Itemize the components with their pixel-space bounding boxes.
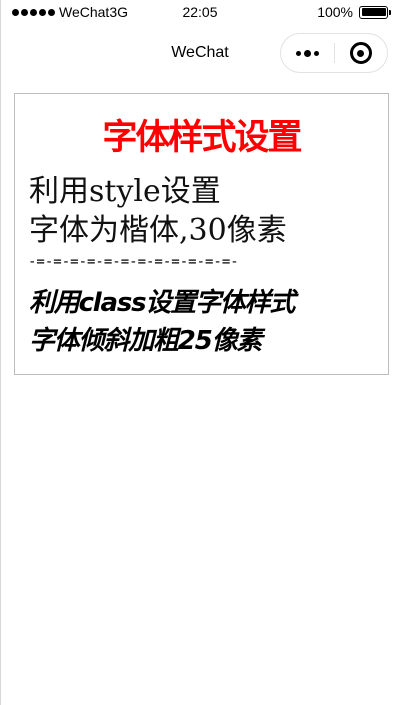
menu-capsule xyxy=(280,33,388,73)
page-left-edge xyxy=(0,0,1,705)
navigation-bar: WeChat xyxy=(0,30,400,76)
status-right: 100% xyxy=(317,4,391,20)
battery-percent: 100% xyxy=(317,4,353,20)
more-dots-icon[interactable] xyxy=(281,34,334,72)
kai-line-2: 字体为楷体,30像素 xyxy=(29,213,287,248)
page-title: 字体样式设置 xyxy=(102,118,302,158)
dashed-divider: -=-=-=-=-=-=-=-=-=-=-=-=- xyxy=(28,254,239,270)
battery-fill xyxy=(361,8,386,16)
class-line-1: 利用class设置字体样式 xyxy=(29,288,295,318)
battery-icon xyxy=(359,5,391,19)
status-bar: WeChat3G 22:05 100% xyxy=(0,0,400,26)
kai-font-text: 利用style设置 字体为楷体,30像素 xyxy=(29,172,379,250)
close-button[interactable] xyxy=(335,34,387,72)
content-box: 字体样式设置 利用style设置 字体为楷体,30像素 -=-=-=-=-=-=… xyxy=(14,93,389,375)
class-styled-text: 利用class设置字体样式 字体倾斜加粗25像素 xyxy=(29,284,384,360)
kai-line-1: 利用style设置 xyxy=(29,174,221,209)
target-circle-icon xyxy=(349,42,372,64)
class-line-2: 字体倾斜加粗25像素 xyxy=(29,326,262,356)
